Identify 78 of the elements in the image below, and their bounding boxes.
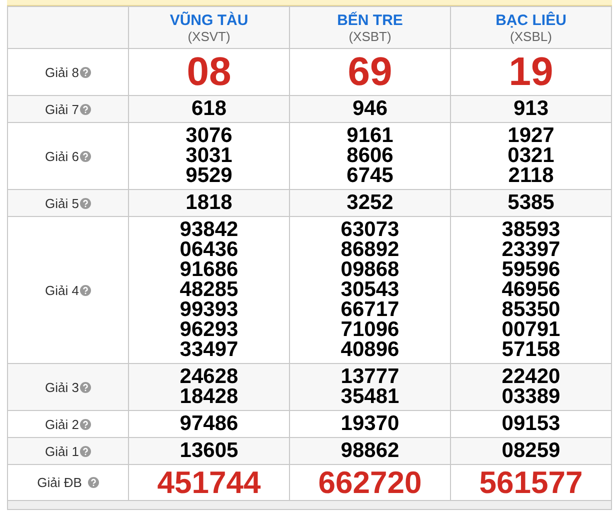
result-number: 00791 [502,318,560,341]
result-number: 946 [352,97,388,120]
result-number: 3031 [186,144,232,167]
help-icon[interactable] [80,446,91,456]
result-number: 618 [191,97,227,120]
province-code: (XSBL) [509,28,553,44]
help-icon[interactable] [80,284,91,296]
result-number: 24628 [180,365,238,388]
province-name[interactable]: BẠC LIÊU [451,12,611,28]
result-number: 35481 [340,385,400,408]
result-number: 48285 [180,278,238,301]
result-number: 98862 [340,439,400,462]
result-number: 93842 [180,218,238,241]
province-code: (XSVT) [186,28,232,44]
result-number: 8606 [346,144,394,167]
help-icon[interactable] [80,150,91,162]
prize-label: Giải 4 [45,282,79,298]
result-number: 13605 [180,439,238,462]
prize-label: Giải 6 [45,148,79,164]
result-number: 46956 [502,278,560,301]
result-number: 59596 [502,258,560,281]
result-number: 22420 [502,365,560,388]
prize-label: Giải ĐB [37,475,82,490]
result-number: 66717 [340,298,400,321]
result-number: 40896 [340,338,400,361]
result-number: 0321 [508,144,554,167]
result-number: 18428 [180,385,238,408]
prize-label: Giải 3 [45,380,79,394]
result-number: 96293 [180,318,238,341]
province-name[interactable]: BẾN TRE [290,12,450,28]
result-number: 91686 [180,258,238,281]
result-number: 09868 [340,258,400,281]
result-number: 9161 [346,124,394,147]
result-number: 57158 [502,338,560,361]
result-number: 99393 [180,298,238,321]
prize-label: Giải 2 [45,416,79,432]
province-name[interactable]: VŨNG TÀU [129,12,289,28]
result-number: 06436 [180,238,238,261]
prize-label: Giải 7 [45,102,79,116]
help-icon[interactable] [88,477,99,488]
result-number: 08259 [502,439,560,462]
result-number: 63073 [340,218,400,241]
help-icon[interactable] [80,198,91,208]
result-number: 38593 [502,218,560,241]
result-number: 85350 [502,298,560,321]
result-number: 2118 [508,164,554,187]
result-number: 3076 [186,124,232,147]
result-number: 1818 [186,191,232,214]
result-number: 71096 [340,318,400,341]
prize-label: Giải 5 [45,196,79,210]
help-icon[interactable] [80,66,91,78]
result-number: 97486 [180,412,238,435]
result-number: 6745 [346,164,394,187]
result-number: 23397 [502,238,560,261]
result-number: 03389 [502,385,560,408]
result-number: 561577 [479,465,583,500]
prize-label: Giải 1 [45,444,79,458]
result-number: 13777 [340,365,400,388]
help-icon[interactable] [80,382,91,392]
province-code: (XSBT) [348,28,392,44]
help-icon[interactable] [80,104,91,114]
result-number: 1927 [508,124,554,147]
result-number: 69 [348,50,392,94]
result-number: 9529 [186,164,232,187]
result-number: 19 [508,50,554,94]
result-number: 662720 [318,465,422,500]
result-number: 33497 [180,338,238,361]
result-number: 913 [513,97,549,120]
result-number: 09153 [502,412,560,435]
result-number: 3252 [346,191,394,214]
result-number: 08 [186,50,232,94]
prize-label: Giải 8 [45,64,79,80]
result-number: 86892 [340,238,400,261]
result-number: 451744 [157,465,261,500]
result-number: 19370 [340,412,400,435]
help-icon[interactable] [80,418,91,430]
result-number: 5385 [508,191,554,214]
result-number: 30543 [340,278,400,301]
